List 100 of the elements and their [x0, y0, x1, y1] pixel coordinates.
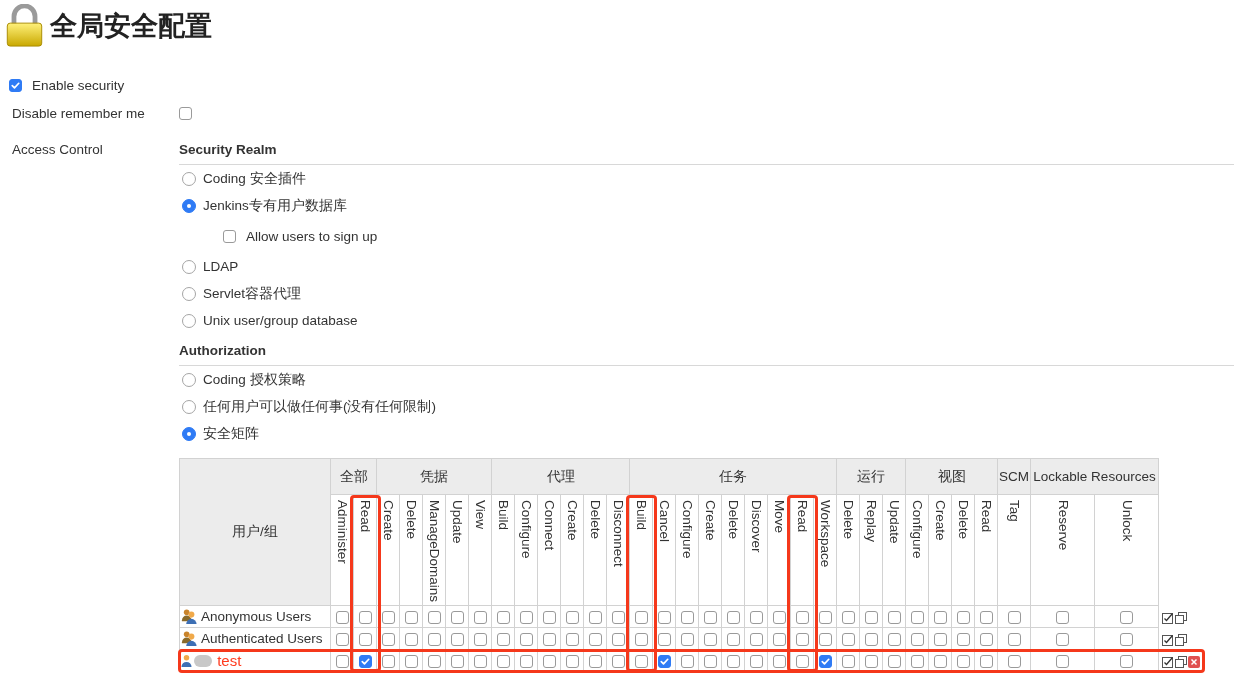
checkbox[interactable]	[634, 655, 648, 668]
checkbox[interactable]	[519, 655, 533, 668]
checkbox[interactable]	[1056, 655, 1069, 668]
checkbox[interactable]	[818, 633, 832, 646]
checkbox[interactable]	[956, 633, 970, 646]
checkbox[interactable]	[910, 655, 924, 668]
checkbox[interactable]	[680, 633, 694, 646]
checkbox[interactable]	[772, 633, 786, 646]
checkbox[interactable]	[611, 633, 625, 646]
radio-button[interactable]	[182, 426, 196, 441]
checkbox[interactable]	[565, 633, 579, 646]
checkbox[interactable]	[887, 611, 901, 624]
checkbox[interactable]	[1007, 611, 1021, 624]
checkbox[interactable]	[404, 655, 418, 668]
checkbox[interactable]	[427, 633, 441, 646]
checkbox[interactable]	[335, 633, 349, 646]
checkbox[interactable]	[657, 633, 671, 646]
checkbox[interactable]	[887, 655, 901, 668]
checkbox[interactable]	[381, 655, 395, 668]
checkbox[interactable]	[542, 611, 556, 624]
checkbox[interactable]	[496, 655, 510, 668]
checkbox[interactable]	[772, 655, 786, 668]
checkbox[interactable]	[864, 611, 878, 624]
checkbox[interactable]	[841, 655, 855, 668]
checkbox[interactable]	[749, 655, 763, 668]
radio-button[interactable]	[182, 171, 196, 186]
checkbox[interactable]	[841, 633, 855, 646]
checkbox[interactable]	[749, 633, 763, 646]
radio-button[interactable]	[182, 286, 196, 301]
checkbox[interactable]	[956, 611, 970, 624]
checkbox[interactable]	[864, 655, 878, 668]
checkbox[interactable]	[335, 655, 349, 668]
checkbox[interactable]	[611, 611, 625, 624]
checkbox[interactable]	[404, 633, 418, 646]
checkbox[interactable]	[703, 633, 717, 646]
radio-button[interactable]	[182, 313, 196, 328]
checkbox[interactable]	[1120, 633, 1133, 646]
checkbox[interactable]	[588, 611, 602, 624]
checkbox[interactable]	[979, 633, 993, 646]
checkbox[interactable]	[9, 78, 22, 92]
radio-button[interactable]	[182, 399, 196, 414]
checkbox[interactable]	[450, 611, 464, 624]
checkbox[interactable]	[818, 655, 832, 668]
checkbox[interactable]	[749, 611, 763, 624]
checkbox[interactable]	[726, 611, 740, 624]
select-all-icon[interactable]	[1162, 655, 1174, 668]
checkbox[interactable]	[795, 633, 809, 646]
checkbox[interactable]	[496, 633, 510, 646]
checkbox[interactable]	[1056, 633, 1069, 646]
checkbox[interactable]	[887, 633, 901, 646]
checkbox[interactable]	[381, 611, 395, 624]
checkbox[interactable]	[542, 655, 556, 668]
checkbox[interactable]	[450, 655, 464, 668]
checkbox[interactable]	[933, 655, 947, 668]
checkbox[interactable]	[657, 655, 671, 668]
checkbox[interactable]	[427, 655, 441, 668]
checkbox[interactable]	[496, 611, 510, 624]
checkbox[interactable]	[726, 655, 740, 668]
checkbox[interactable]	[358, 655, 372, 668]
checkbox[interactable]	[680, 655, 694, 668]
checkbox[interactable]	[519, 633, 533, 646]
checkbox[interactable]	[1007, 633, 1021, 646]
checkbox[interactable]	[726, 633, 740, 646]
checkbox[interactable]	[979, 611, 993, 624]
checkbox[interactable]	[795, 611, 809, 624]
checkbox[interactable]	[565, 655, 579, 668]
checkbox[interactable]	[910, 633, 924, 646]
checkbox[interactable]	[956, 655, 970, 668]
checkbox[interactable]	[1007, 655, 1021, 668]
checkbox[interactable]	[933, 633, 947, 646]
checkbox[interactable]	[473, 611, 487, 624]
checkbox[interactable]	[1120, 611, 1133, 624]
checkbox[interactable]	[404, 611, 418, 624]
checkbox[interactable]	[358, 633, 372, 646]
checkbox[interactable]	[588, 655, 602, 668]
checkbox[interactable]	[427, 611, 441, 624]
select-all-icon[interactable]	[1162, 633, 1174, 646]
delete-icon[interactable]	[1188, 655, 1200, 668]
checkbox[interactable]	[772, 611, 786, 624]
checkbox[interactable]	[565, 611, 579, 624]
checkbox[interactable]	[703, 611, 717, 624]
checkbox[interactable]	[864, 633, 878, 646]
checkbox[interactable]	[473, 655, 487, 668]
checkbox[interactable]	[381, 633, 395, 646]
checkbox[interactable]	[933, 611, 947, 624]
checkbox[interactable]	[473, 633, 487, 646]
copy-icon[interactable]	[1175, 611, 1187, 624]
copy-icon[interactable]	[1175, 633, 1187, 646]
checkbox[interactable]	[634, 633, 648, 646]
checkbox[interactable]	[910, 611, 924, 624]
checkbox[interactable]	[179, 106, 192, 120]
checkbox[interactable]	[1056, 611, 1069, 624]
select-all-icon[interactable]	[1162, 611, 1174, 624]
checkbox[interactable]	[680, 611, 694, 624]
checkbox[interactable]	[841, 611, 855, 624]
checkbox[interactable]	[818, 611, 832, 624]
checkbox[interactable]	[795, 655, 809, 668]
radio-button[interactable]	[182, 372, 196, 387]
checkbox[interactable]	[519, 611, 533, 624]
checkbox[interactable]	[542, 633, 556, 646]
